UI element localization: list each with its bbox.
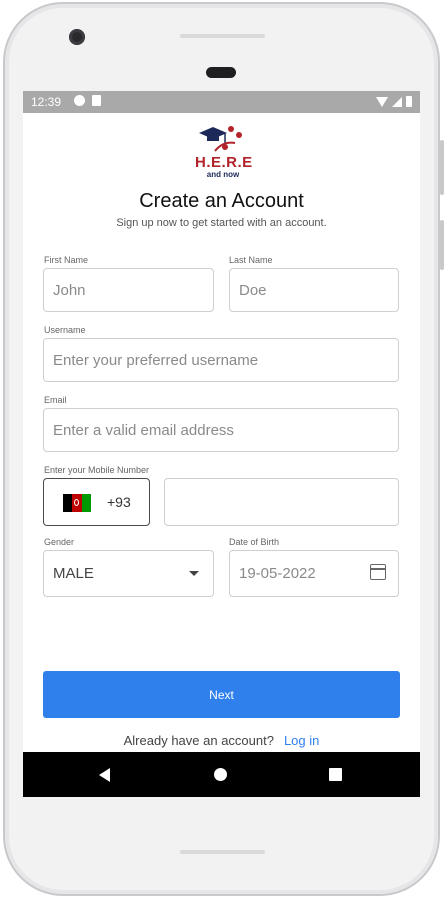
- dob-field[interactable]: 19-05-2022: [229, 550, 399, 597]
- battery-icon: [406, 96, 412, 107]
- back-icon[interactable]: [99, 768, 110, 782]
- first-name-label: First Name: [44, 255, 89, 265]
- email-field[interactable]: [43, 408, 399, 452]
- country-code-picker[interactable]: +93: [43, 478, 150, 526]
- wifi-icon: [376, 97, 388, 107]
- dropdown-arrow-icon: [189, 571, 199, 576]
- email-input[interactable]: [53, 421, 398, 439]
- email-label: Email: [44, 395, 67, 405]
- status-time: 12:39: [31, 95, 62, 109]
- bottom-bezel-line: [180, 850, 265, 854]
- mobile-number-input[interactable]: [174, 493, 398, 511]
- gender-value: MALE: [53, 565, 94, 582]
- android-nav-bar: [23, 752, 420, 797]
- login-link[interactable]: Log in: [284, 733, 319, 748]
- page-title: Create an Account: [139, 190, 304, 212]
- app-screen: 12:39 H.E.R.E and now Create an Account …: [23, 91, 420, 797]
- calendar-icon[interactable]: [370, 564, 386, 580]
- last-name-input[interactable]: [239, 281, 398, 299]
- signal-icon: [392, 97, 402, 107]
- last-name-field[interactable]: [229, 268, 399, 312]
- username-label: Username: [44, 325, 86, 335]
- mobile-label: Enter your Mobile Number: [44, 465, 150, 475]
- page-subtitle: Sign up now to get started with an accou…: [116, 217, 327, 229]
- logo-subtext: and now: [206, 170, 240, 179]
- gender-label: Gender: [44, 537, 75, 547]
- login-prompt-text: Already have an account?: [123, 733, 274, 748]
- status-bar: 12:39: [23, 91, 420, 113]
- graduation-cap-icon: [199, 126, 242, 152]
- google-icon: [74, 95, 85, 106]
- front-camera: [69, 29, 85, 45]
- last-name-label: Last Name: [229, 255, 273, 265]
- country-code: +93: [107, 494, 131, 510]
- dob-label: Date of Birth: [229, 537, 280, 547]
- app-logo: H.E.R.E and now: [195, 123, 253, 181]
- username-input[interactable]: [53, 351, 398, 369]
- gender-dropdown[interactable]: MALE: [43, 550, 214, 597]
- sd-card-icon: [92, 95, 101, 106]
- earpiece-speaker: [206, 67, 236, 78]
- username-field[interactable]: [43, 338, 399, 382]
- first-name-input[interactable]: [53, 281, 213, 299]
- volume-button: [440, 220, 444, 270]
- dob-value: 19-05-2022: [239, 565, 316, 582]
- afghanistan-flag-icon: [63, 494, 91, 512]
- top-bezel-line: [180, 34, 265, 38]
- power-button: [440, 140, 444, 195]
- home-icon[interactable]: [214, 768, 227, 781]
- first-name-field[interactable]: [43, 268, 214, 312]
- login-prompt-row: Already have an account? Log in: [23, 733, 420, 748]
- recents-icon[interactable]: [329, 768, 342, 781]
- system-icons: [376, 96, 412, 107]
- mobile-number-field[interactable]: [164, 478, 399, 526]
- next-button[interactable]: Next: [43, 671, 400, 718]
- logo-text: H.E.R.E: [195, 154, 253, 171]
